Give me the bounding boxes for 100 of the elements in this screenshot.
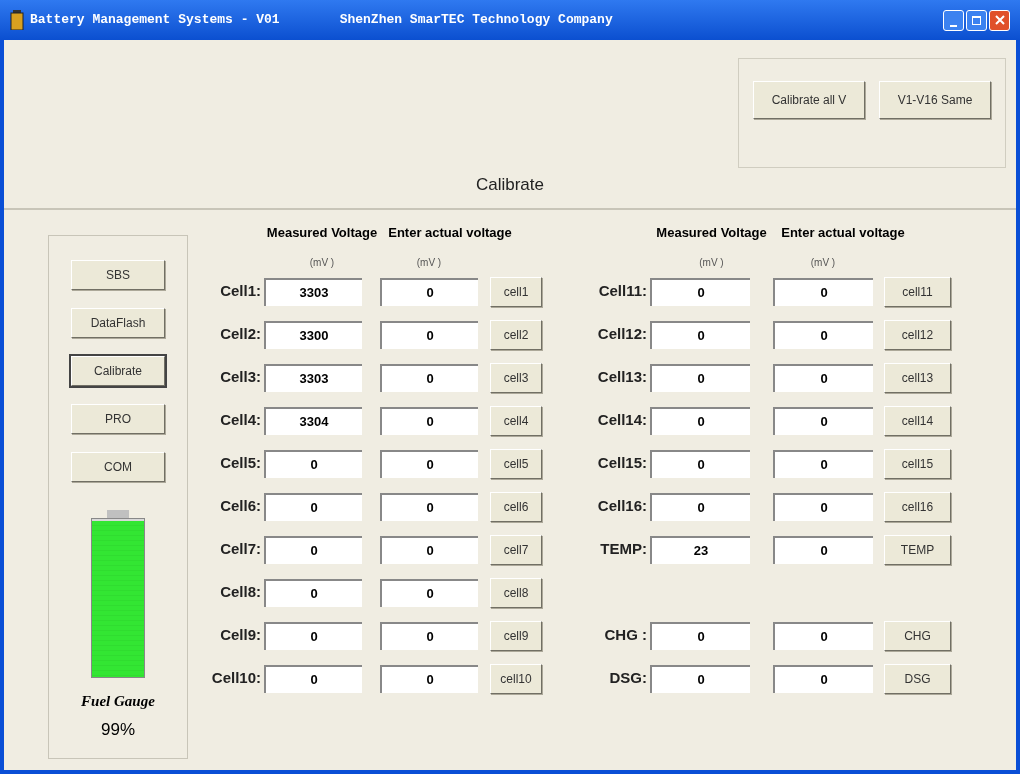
cell-label: Cell14: [596, 410, 648, 431]
cell-label: Cell7: [219, 539, 262, 560]
company-name: ShenZhen SmarTEC Technology Company [339, 11, 613, 30]
battery-app-icon [10, 10, 24, 30]
actual-voltage-field[interactable]: 0 [773, 621, 873, 650]
calibrate-cell-button[interactable]: cell3 [490, 362, 542, 393]
measured-voltage-field[interactable]: 0 [264, 535, 362, 564]
calibrate-cell-button[interactable]: cell10 [490, 663, 542, 694]
nav-button[interactable]: DataFlash [71, 308, 165, 338]
measured-voltage-field[interactable]: 3304 [264, 406, 362, 435]
measured-voltage-field[interactable]: 0 [650, 406, 750, 435]
actual-voltage-field[interactable]: 0 [380, 578, 478, 607]
maximize-button[interactable] [966, 9, 987, 31]
calibrate-cell-button[interactable]: cell14 [884, 405, 951, 436]
measured-voltage-field[interactable]: 0 [264, 449, 362, 478]
cell-label: Cell1: [219, 281, 262, 302]
nav-button[interactable]: SBS [71, 260, 165, 290]
cell-label: Cell2: [219, 324, 262, 345]
cell-label: Cell3: [219, 367, 262, 388]
calibrate-cell-button[interactable]: DSG [884, 663, 951, 694]
battery-terminal [107, 510, 129, 518]
actual-voltage-field[interactable]: 0 [380, 320, 478, 349]
unit-label: (mV ) [698, 256, 725, 270]
window-title: Battery Management Systems - V01 [30, 11, 280, 30]
actual-voltage-field[interactable]: 0 [773, 535, 873, 564]
actual-voltage-field[interactable]: 0 [380, 277, 478, 306]
measured-voltage-field[interactable]: 0 [650, 621, 750, 650]
actual-voltage-field[interactable]: 0 [380, 621, 478, 650]
section-title: Calibrate [475, 174, 544, 196]
cell-label: Cell5: [219, 453, 262, 474]
actual-voltage-field[interactable]: 0 [773, 449, 873, 478]
measured-voltage-field[interactable]: 3303 [264, 277, 362, 306]
measured-voltage-field[interactable]: 0 [650, 449, 750, 478]
calibrate-cell-button[interactable]: CHG [884, 620, 951, 651]
measured-voltage-field[interactable]: 0 [650, 363, 750, 392]
cell-label: Cell16: [596, 496, 648, 517]
measured-voltage-field[interactable]: 0 [650, 277, 750, 306]
actual-voltage-field[interactable]: 0 [773, 406, 873, 435]
calibrate-cell-button[interactable]: cell15 [884, 448, 951, 479]
actual-voltage-field[interactable]: 0 [773, 664, 873, 693]
nav-button[interactable]: Calibrate [71, 356, 165, 386]
fuel-percent: 99% [101, 718, 135, 741]
column-header: Enter actual voltage [780, 224, 906, 243]
cell-label: TEMP: [599, 539, 648, 560]
calibrate-cell-button[interactable]: cell5 [490, 448, 542, 479]
close-button[interactable] [989, 9, 1010, 31]
calibrate-cell-button[interactable]: cell6 [490, 491, 542, 522]
measured-voltage-field[interactable]: 0 [650, 492, 750, 521]
actual-voltage-field[interactable]: 0 [380, 449, 478, 478]
cell-label: Cell10: [210, 668, 262, 689]
actual-voltage-field[interactable]: 0 [380, 664, 478, 693]
actual-voltage-field[interactable]: 0 [380, 406, 478, 435]
calibrate-cell-button[interactable]: cell11 [884, 276, 951, 307]
cell-label: Cell11: [597, 281, 648, 302]
actual-voltage-field[interactable]: 0 [380, 363, 478, 392]
nav-button[interactable]: COM [71, 452, 165, 482]
calibrate-cell-button[interactable]: cell1 [490, 276, 542, 307]
close-icon [994, 15, 1005, 25]
nav-button[interactable]: PRO [71, 404, 165, 434]
measured-voltage-field[interactable]: 0 [264, 492, 362, 521]
same-voltage-button[interactable]: V1-V16 Same [879, 81, 991, 119]
calibrate-cell-button[interactable]: cell2 [490, 319, 542, 350]
calibrate-all-button[interactable]: Calibrate all V [753, 81, 865, 119]
measured-voltage-field[interactable]: 0 [264, 578, 362, 607]
measured-voltage-field[interactable]: 0 [650, 320, 750, 349]
measured-voltage-field[interactable]: 0 [264, 664, 362, 693]
calibrate-cell-button[interactable]: cell7 [490, 534, 542, 565]
cell-label: Cell13: [596, 367, 648, 388]
actual-voltage-field[interactable]: 0 [773, 363, 873, 392]
minimize-button[interactable] [943, 9, 964, 31]
measured-voltage-field[interactable]: 3300 [264, 320, 362, 349]
cell-label: Cell8: [219, 582, 262, 603]
actual-voltage-field[interactable]: 0 [773, 277, 873, 306]
measured-voltage-field[interactable]: 3303 [264, 363, 362, 392]
calibrate-cell-button[interactable]: cell13 [884, 362, 951, 393]
calibrate-cell-button[interactable]: cell9 [490, 620, 542, 651]
actual-voltage-field[interactable]: 0 [380, 535, 478, 564]
cell-label: CHG : [603, 625, 648, 646]
measured-voltage-field[interactable]: 23 [650, 535, 750, 564]
measured-voltage-field[interactable]: 0 [650, 664, 750, 693]
column-header: Enter actual voltage [387, 224, 513, 243]
unit-label: (mV ) [809, 256, 837, 270]
fuel-gauge-label: Fuel Gauge [81, 692, 155, 711]
actual-voltage-field[interactable]: 0 [380, 492, 478, 521]
cell-label: DSG: [608, 668, 648, 689]
cell-label: Cell4: [219, 410, 262, 431]
actual-voltage-field[interactable]: 0 [773, 320, 873, 349]
calibrate-cell-button[interactable]: cell4 [490, 405, 542, 436]
cell-label: Cell15: [596, 453, 648, 474]
unit-label: (mV ) [415, 256, 443, 270]
calibrate-cell-button[interactable]: cell16 [884, 491, 951, 522]
calibrate-cell-button[interactable]: TEMP [884, 534, 951, 565]
calibrate-cell-button[interactable]: cell8 [490, 577, 542, 608]
calibrate-cell-button[interactable]: cell12 [884, 319, 951, 350]
cell-label: Cell6: [219, 496, 262, 517]
measured-voltage-field[interactable]: 0 [264, 621, 362, 650]
column-header: Measured Voltage [265, 224, 379, 243]
cell-label: Cell9: [219, 625, 262, 646]
actual-voltage-field[interactable]: 0 [773, 492, 873, 521]
cell-label: Cell12: [596, 324, 648, 345]
